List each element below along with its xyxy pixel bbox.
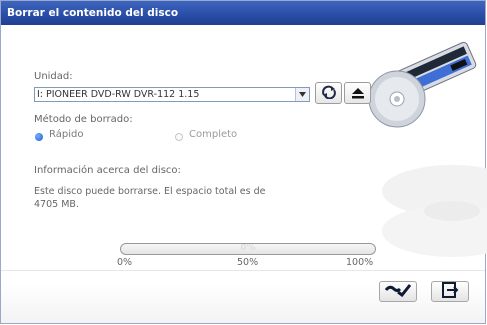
progress-percent: 0% xyxy=(240,243,256,253)
radio-complete-label[interactable]: Completo xyxy=(189,129,237,140)
exit-button[interactable] xyxy=(431,281,469,302)
disc-info-line-1: Este disco puede borrarse. El espacio to… xyxy=(34,186,266,197)
erase-progress-bar: 0% xyxy=(120,243,376,255)
drive-label: Unidad: xyxy=(34,71,73,82)
progress-tick-0: 0% xyxy=(117,257,133,268)
title-bar[interactable]: Borrar el contenido del disco xyxy=(1,1,485,25)
drive-select[interactable]: I: PIONEER DVD-RW DVR-112 1.15 xyxy=(34,87,310,102)
disc-info-heading: Información acerca del disco: xyxy=(34,165,181,176)
progress-tick-50: 50% xyxy=(237,257,259,268)
checkmark-icon xyxy=(384,282,412,301)
erase-method-label: Método de borrado: xyxy=(34,114,133,125)
refresh-icon xyxy=(320,84,338,103)
ok-button[interactable] xyxy=(379,281,417,302)
eject-icon xyxy=(350,84,366,103)
eject-button[interactable] xyxy=(344,82,371,104)
progress-tick-100: 100% xyxy=(346,257,374,268)
exit-icon xyxy=(441,281,459,302)
background-disc-watermark xyxy=(382,165,487,257)
radio-complete[interactable] xyxy=(175,133,183,141)
footer-divider xyxy=(1,270,485,271)
disc-info-line-2: 4705 MB. xyxy=(34,199,79,210)
refresh-button[interactable] xyxy=(315,82,342,104)
disc-drive-illustration xyxy=(368,41,477,128)
window-title: Borrar el contenido del disco xyxy=(7,7,179,19)
drive-select-value: I: PIONEER DVD-RW DVR-112 1.15 xyxy=(37,89,200,100)
radio-quick[interactable] xyxy=(35,133,43,141)
chevron-down-icon[interactable] xyxy=(295,88,309,101)
erase-disc-dialog: Borrar el contenido del disco Unidad: I:… xyxy=(0,0,487,324)
radio-quick-label[interactable]: Rápido xyxy=(49,129,83,140)
